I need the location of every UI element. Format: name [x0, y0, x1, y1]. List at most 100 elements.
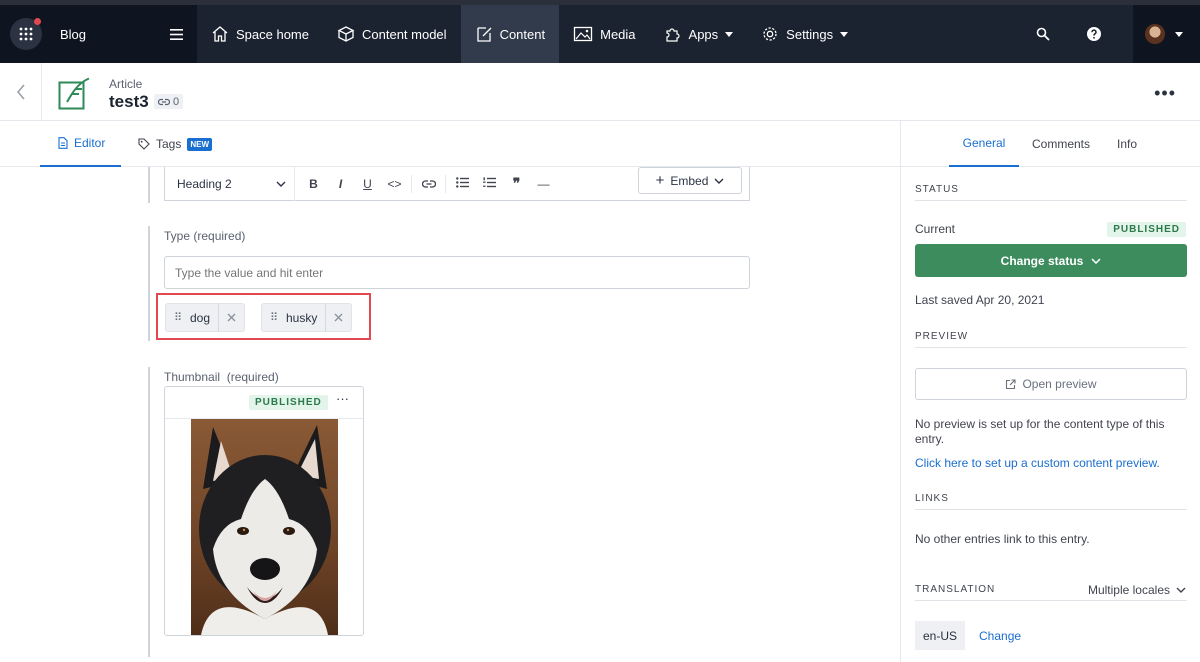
code-button[interactable]: <> — [381, 177, 408, 191]
bulleted-list-button[interactable] — [449, 176, 476, 191]
links-note: No other entries link to this entry. — [915, 532, 1090, 546]
embed-label: Embed — [670, 173, 709, 188]
nav-label: Settings — [786, 26, 834, 42]
thumbnail-asset-card[interactable]: PUBLISHED ··· — [164, 386, 364, 636]
highlighted-tags: ⠿ dog ⠿ husky — [156, 293, 371, 340]
setup-preview-link[interactable]: Click here to set up a custom content pr… — [915, 456, 1187, 471]
content-model-icon — [337, 26, 355, 42]
account-menu[interactable] — [1133, 5, 1200, 63]
app-launcher-button[interactable] — [10, 18, 42, 50]
entry-sidebar: General Comments Info STATUS Current PUB… — [900, 121, 1200, 662]
remove-tag-button[interactable] — [325, 303, 351, 332]
sidebar-tabs: General Comments Info — [901, 121, 1200, 167]
tab-tags[interactable]: Tags NEW — [138, 121, 213, 167]
link-icon — [158, 98, 170, 105]
entry-feather-icon — [58, 77, 90, 110]
drag-handle-icon[interactable]: ⠿ — [262, 311, 286, 324]
content-type-label: Article — [109, 77, 143, 91]
entry-header: Article test3 0 ••• — [0, 63, 1200, 121]
hyperlink-button[interactable] — [415, 177, 442, 191]
links-heading: LINKS — [915, 493, 1187, 510]
embed-button[interactable]: + Embed — [638, 167, 742, 194]
caret-down-icon — [840, 31, 849, 37]
nav-settings[interactable]: Settings — [747, 5, 862, 63]
chevron-down-icon — [714, 178, 724, 184]
type-tag-input[interactable] — [164, 256, 750, 289]
space-switcher: Blog — [0, 5, 197, 63]
field-indicator — [148, 226, 150, 341]
drag-handle-icon[interactable]: ⠿ — [166, 311, 190, 324]
tag-pill-dog[interactable]: ⠿ dog — [165, 303, 246, 332]
chevron-down-icon — [1091, 257, 1101, 264]
underline-button[interactable]: U — [354, 177, 381, 191]
search-button[interactable] — [1036, 5, 1050, 63]
quote-button[interactable]: ❞ — [503, 175, 530, 192]
link-icon — [421, 179, 436, 188]
tab-info[interactable]: Info — [1109, 121, 1145, 167]
back-button[interactable] — [0, 63, 42, 121]
tab-general[interactable]: General — [949, 121, 1019, 167]
heading-select-value: Heading 2 — [177, 176, 232, 191]
close-icon — [334, 313, 343, 322]
tag-text: husky — [286, 310, 318, 325]
nav-label: Content model — [362, 26, 447, 42]
numbered-list-icon — [483, 176, 496, 187]
heading-select[interactable]: Heading 2 — [165, 166, 295, 201]
status-heading: STATUS — [915, 184, 1187, 201]
open-preview-button[interactable]: Open preview — [915, 368, 1187, 400]
open-preview-label: Open preview — [1022, 377, 1097, 391]
nav-apps[interactable]: Apps — [650, 5, 748, 63]
media-icon — [573, 26, 593, 42]
nav-media[interactable]: Media — [559, 5, 649, 63]
grid-icon — [19, 27, 33, 41]
tag-icon — [138, 138, 150, 150]
remove-tag-button[interactable] — [218, 303, 244, 332]
nav-space-home[interactable]: Space home — [197, 5, 323, 63]
italic-button[interactable]: I — [327, 177, 354, 191]
space-name[interactable]: Blog — [60, 27, 86, 42]
toolbar-divider — [445, 174, 446, 193]
main-nav: Space home Content model Content Media A… — [197, 5, 862, 63]
tab-label: Editor — [74, 136, 106, 150]
entry-more-menu-icon[interactable]: ••• — [1154, 83, 1176, 104]
field-indicator — [148, 367, 150, 657]
hamburger-menu-icon[interactable] — [170, 27, 183, 45]
close-icon — [227, 313, 236, 322]
change-locale-link[interactable]: Change — [979, 629, 1021, 643]
plus-icon: + — [655, 172, 665, 189]
asset-status-badge: PUBLISHED — [249, 395, 328, 410]
tab-label: Tags — [156, 137, 182, 151]
horizontal-rule-button[interactable]: — — [530, 177, 557, 191]
search-icon — [1036, 27, 1050, 41]
locale-mode-select[interactable]: Multiple locales — [1088, 583, 1186, 597]
locale-pill: en-US — [915, 621, 965, 650]
references-badge[interactable]: 0 — [154, 94, 184, 109]
editor-tabs: Editor Tags NEW — [0, 121, 900, 167]
bold-button[interactable]: B — [300, 177, 327, 191]
change-status-button[interactable]: Change status — [915, 244, 1187, 277]
tab-comments[interactable]: Comments — [1029, 121, 1093, 167]
asset-more-menu-icon[interactable]: ··· — [336, 391, 349, 406]
nav-label: Media — [600, 26, 636, 42]
settings-icon — [763, 27, 777, 41]
chevron-down-icon — [1176, 587, 1186, 593]
nav-content[interactable]: Content — [460, 5, 560, 63]
apps-icon — [665, 28, 680, 42]
chevron-down-icon — [276, 181, 286, 187]
nav-content-model[interactable]: Content model — [323, 5, 461, 63]
tab-editor[interactable]: Editor — [40, 121, 121, 167]
locale-mode-value: Multiple locales — [1087, 583, 1170, 597]
entry-title: test3 — [109, 92, 149, 111]
thumbnail-field-label: Thumbnail (required) — [164, 370, 279, 384]
tag-pill-husky[interactable]: ⠿ husky — [261, 303, 353, 332]
top-navigation: Blog Space home Content model Content Me… — [0, 0, 1200, 63]
new-badge: NEW — [187, 137, 213, 151]
notification-dot — [34, 18, 41, 25]
help-button[interactable] — [1087, 5, 1101, 63]
tag-text: dog — [190, 310, 211, 325]
change-status-label: Change status — [1000, 253, 1084, 268]
field-indicator — [148, 167, 150, 203]
caret-down-icon — [725, 31, 734, 37]
numbered-list-button[interactable] — [476, 176, 503, 191]
asset-card-header: PUBLISHED ··· — [165, 387, 363, 419]
